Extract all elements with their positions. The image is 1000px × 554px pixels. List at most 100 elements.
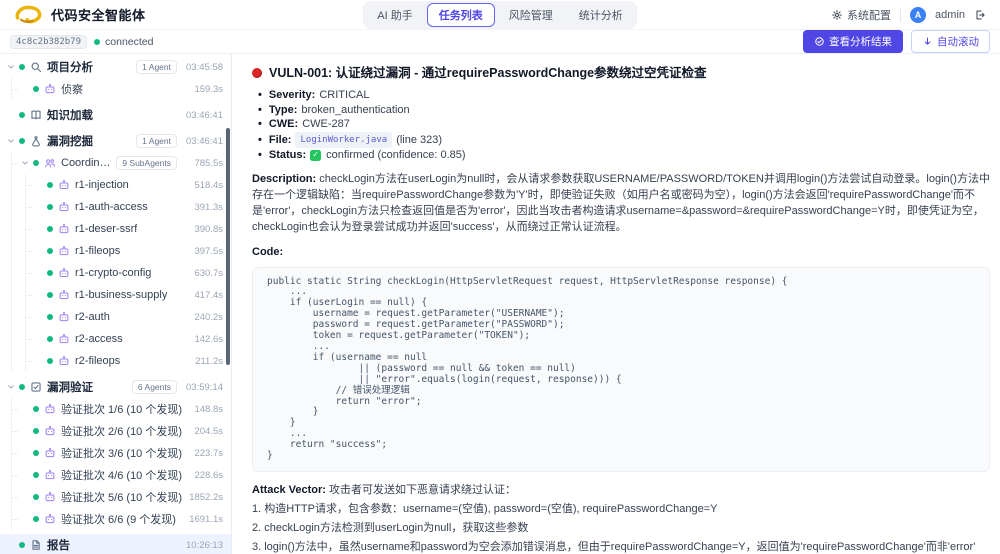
system-config-label: 系统配置 [847,7,891,23]
sidebar-item-vuln-verification[interactable]: 漏洞验证6 Agents03:59:14 [0,376,231,398]
vuln-description: Description: checkLogin方法在userLogin为null… [252,171,990,235]
autoscroll-button[interactable]: 自动滚动 [911,30,990,53]
sidebar-item-r1-injection[interactable]: r1-injection518.4s [0,174,231,196]
robot-icon [58,311,70,323]
sidebar-item-vuln-mining[interactable]: 漏洞挖掘1 Agent03:46:41 [0,130,231,152]
field-value: CRITICAL [319,88,369,103]
robot-icon [44,491,56,503]
duration-label: 10:26:13 [183,540,223,551]
vuln-field-type: •Type:broken_authentication [256,103,990,118]
tree-connector-tick [11,475,18,476]
brand: 代码安全智能体 [14,4,363,25]
status-dot [47,248,53,254]
sidebar-item-project-analysis[interactable]: 项目分析1 Agent03:45:58 [0,56,231,78]
session-toolbar: 4c8c2b382b79 connected 查看分析结果 自动滚动 [0,30,1000,54]
sidebar-item-r1-fileops[interactable]: r1-fileops397.5s [0,240,231,262]
sidebar-item-label: 验证批次 6/6 (9 个发现) [61,511,176,527]
field-value: confirmed (confidence: 0.85) [326,148,465,163]
vuln-field-severity: •Severity:CRITICAL [256,88,990,103]
connected-dot [94,39,100,45]
duration-label: 204.5s [183,426,223,437]
duration-label: 03:46:41 [183,110,223,121]
sidebar-item-report[interactable]: 报告10:26:13 [0,534,231,554]
sidebar-item-label: r2-auth [75,311,110,323]
chevron-down-icon[interactable] [6,136,16,146]
robot-icon [58,245,70,257]
status-dot [33,86,39,92]
sidebar-item-label: 验证批次 2/6 (10 个发现) [61,423,182,439]
status-dot [47,270,53,276]
vuln-field-status: •Status:✓confirmed (confidence: 0.85) [256,148,990,163]
duration-label: 785.5s [183,158,223,169]
sidebar-item-label: 验证批次 3/6 (10 个发现) [61,445,182,461]
robot-icon [44,403,56,415]
duration-label: 630.7s [183,268,223,279]
robot-icon [44,447,56,459]
connection-status: connected [94,36,153,48]
vuln-title-text: VULN-001: 认证绕过漏洞 - 通过requirePasswordChan… [269,64,707,82]
duration-label: 223.7s [183,448,223,459]
robot-icon [44,469,56,481]
tree-connector-line [11,174,12,196]
tree-connector-tick [25,229,32,230]
tab-ai-assistant[interactable]: AI 助手 [365,3,424,27]
tree-connector-tick [11,497,18,498]
tree-connector-line [11,350,12,372]
sidebar-item-verify-batch-2[interactable]: 验证批次 2/6 (10 个发现)204.5s [0,420,231,442]
sidebar-item-label: r2-fileops [75,355,120,367]
duration-label: 1691.1s [183,514,223,525]
sidebar-item-verify-batch-1[interactable]: 验证批次 1/6 (10 个发现)148.8s [0,398,231,420]
attack-step: 2. checkLogin方法检测到userLogin为null，获取这些参数 [252,521,990,536]
sidebar-item-label: 验证批次 4/6 (10 个发现) [61,467,182,483]
sidebar-item-r2-fileops[interactable]: r2-fileops211.2s [0,350,231,372]
sidebar-item-r1-auth-access[interactable]: r1-auth-access391.3s [0,196,231,218]
tab-task-list[interactable]: 任务列表 [427,3,495,27]
sidebar-item-r1-business-supply[interactable]: r1-business-supply417.4s [0,284,231,306]
sidebar-item-r1-deser-ssrf[interactable]: r1-deser-ssrf390.8s [0,218,231,240]
tree-connector-line [11,328,12,350]
sidebar-item-verify-batch-5[interactable]: 验证批次 5/6 (10 个发现)1852.2s [0,486,231,508]
duration-label: 03:46:41 [183,136,223,147]
robot-icon [58,267,70,279]
document-icon [30,539,42,551]
view-results-button[interactable]: 查看分析结果 [803,30,903,53]
sidebar-item-label: 验证批次 1/6 (10 个发现) [61,401,182,417]
duration-label: 397.5s [183,246,223,257]
sidebar-item-r1-crypto-config[interactable]: r1-crypto-config 630.7s [0,262,231,284]
flask-icon [30,135,42,147]
sidebar-item-knowledge-loading[interactable]: 知识加载03:46:41 [0,104,231,126]
robot-icon [58,201,70,213]
duration-label: 240.2s [183,312,223,323]
duration-label: 391.3s [183,202,223,213]
sidebar-item-recon[interactable]: 侦察159.3s [0,78,231,100]
field-value: broken_authentication [301,103,409,118]
vuln-title: VULN-001: 认证绕过漏洞 - 通过requirePasswordChan… [252,64,990,82]
attack-step: 3. login()方法中，虽然username和password为空会添加错误… [252,540,990,554]
tab-risk-management[interactable]: 风险管理 [497,3,565,27]
sidebar-item-verify-batch-4[interactable]: 验证批次 4/6 (10 个发现)228.6s [0,464,231,486]
avatar[interactable]: A [910,7,926,23]
attack-step: 1. 构造HTTP请求，包含参数：username=(空值), password… [252,502,990,517]
sidebar-item-verify-batch-6[interactable]: 验证批次 6/6 (9 个发现) 1691.1s [0,508,231,530]
logout-icon[interactable] [974,9,986,21]
tab-statistics[interactable]: 统计分析 [567,3,635,27]
duration-label: 417.4s [183,290,223,301]
book-icon [30,109,42,121]
chevron-down-icon[interactable] [6,382,16,392]
duration-label: 1852.2s [183,492,223,503]
agent-count-badge: 9 SubAgents [116,156,177,170]
system-config-button[interactable]: 系统配置 [831,7,891,23]
sidebar-scrollbar[interactable] [226,128,230,365]
gear-icon [831,9,843,21]
header-nav: AI 助手任务列表风险管理统计分析 [363,1,636,29]
sidebar-item-r2-auth[interactable]: r2-auth 240.2s [0,306,231,328]
chevron-down-icon[interactable] [6,62,16,72]
sidebar-item-label: r1-crypto-config [75,267,151,279]
sidebar-item-coordinator[interactable]: Coordinator9 SubAgents785.5s [0,152,231,174]
view-results-icon [814,36,825,47]
tree-connector-tick [11,519,18,520]
sidebar-item-r2-access[interactable]: r2-access142.6s [0,328,231,350]
tree-connector-line [11,218,12,240]
chevron-down-icon[interactable] [20,158,30,168]
sidebar-item-verify-batch-3[interactable]: 验证批次 3/6 (10 个发现)223.7s [0,442,231,464]
